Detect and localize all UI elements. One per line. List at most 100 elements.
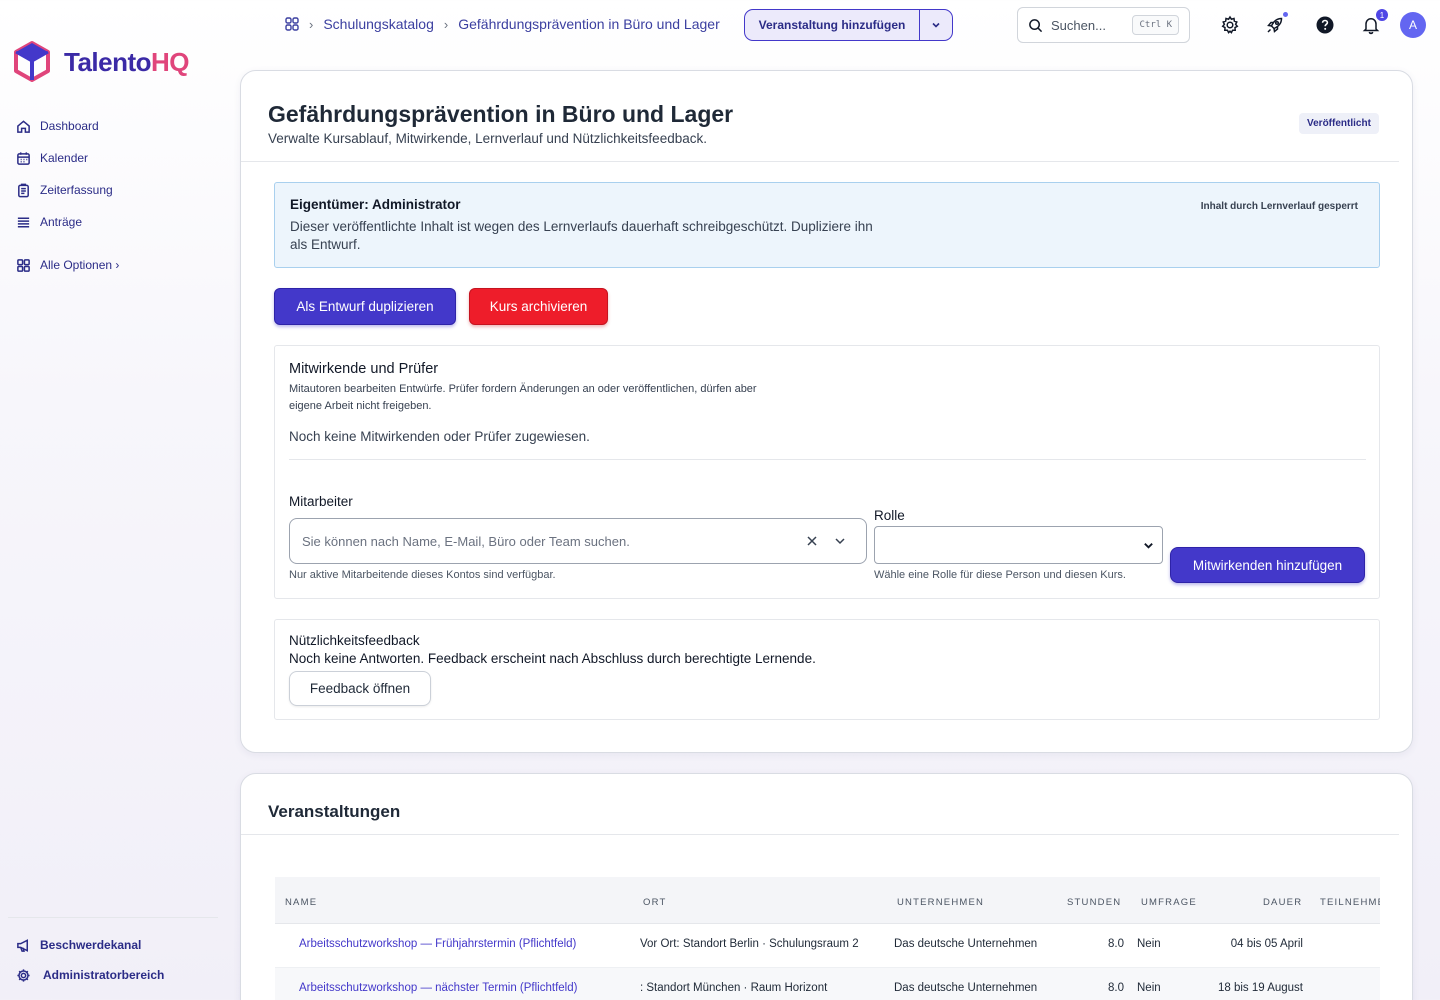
sidebar-item-calendar[interactable]: Kalender <box>16 142 119 174</box>
column-header-hours[interactable]: STUNDEN <box>1067 897 1121 908</box>
chevron-down-icon <box>835 538 845 545</box>
new-indicator <box>1283 12 1288 17</box>
contributors-title: Mitwirkende und Prüfer <box>289 361 439 377</box>
event-duration: 04 bis 05 April <box>1230 938 1303 950</box>
course-card: Gefährdungsprävention in Büro und Lager … <box>240 70 1413 753</box>
contributors-description: Mitautoren bearbeiten Entwürfe. Prüfer f… <box>289 383 757 412</box>
employee-label: Mitarbeiter <box>289 494 353 509</box>
table-row: Arbeitsschutzworkshop — nächster Termin … <box>275 968 1380 1000</box>
clipboard-icon <box>18 183 29 197</box>
event-name-link[interactable]: Arbeitsschutzworkshop — nächster Termin … <box>299 982 577 994</box>
page-title: Gefährdungsprävention in Büro und Lager <box>268 101 734 127</box>
sidebar-item-time-tracking[interactable]: Zeiterfassung <box>16 174 119 206</box>
settings-button[interactable] <box>1219 14 1241 36</box>
sidebar-item-label: Beschwerdekanal <box>40 938 142 952</box>
contributors-divider <box>289 459 1366 460</box>
event-survey: Nein <box>1137 982 1161 994</box>
sidebar: TalentoHQ Dashboard Kalender Zeiterfassu… <box>0 0 225 1000</box>
close-icon <box>807 536 817 546</box>
clear-button[interactable] <box>798 535 826 547</box>
event-hours: 8.0 <box>1108 938 1124 950</box>
sidebar-item-label: Zeiterfassung <box>40 183 113 197</box>
add-contributor-button[interactable]: Mitwirkenden hinzufügen <box>1170 547 1365 583</box>
column-header-duration[interactable]: DAUER <box>1263 897 1302 908</box>
whats-new-button[interactable] <box>1264 12 1288 36</box>
calendar-icon <box>17 151 30 165</box>
event-location: : Standort München · Raum Horizont <box>640 982 828 994</box>
sidebar-item-admin[interactable]: Administratorbereich <box>8 960 218 990</box>
table-header: NAME ORT UNTERNEHMEN STUNDEN UMFRAGE DAU… <box>275 877 1380 924</box>
chevron-down-icon <box>1144 542 1153 549</box>
sidebar-footer: Beschwerdekanal Administratorbereich <box>8 917 218 990</box>
event-company: Das deutsche Unternehmen <box>894 938 1038 950</box>
avatar[interactable]: A <box>1400 12 1426 38</box>
sidebar-item-label: Administratorbereich <box>43 968 165 982</box>
breadcrumb: › Schulungskatalog › Gefährdungspräventi… <box>285 16 720 32</box>
home-icon <box>17 119 30 133</box>
event-name-link[interactable]: Arbeitsschutzworkshop — Frühjahrstermin … <box>299 938 576 950</box>
page-subtitle: Verwalte Kursablauf, Mitwirkende, Lernve… <box>268 131 707 146</box>
event-duration: 18 bis 19 August <box>1217 982 1303 994</box>
column-header-participants[interactable]: TEILNEHME <box>1320 897 1380 908</box>
breadcrumb-current-course[interactable]: Gefährdungsprävention in Büro und Lager <box>458 16 720 32</box>
search-box[interactable]: Suchen... Ctrl K <box>1017 7 1190 43</box>
column-header-location[interactable]: ORT <box>643 897 666 908</box>
sidebar-item-all-options[interactable]: Alle Optionen › <box>16 249 119 281</box>
events-table: NAME ORT UNTERNEHMEN STUNDEN UMFRAGE DAU… <box>275 877 1380 1000</box>
sidebar-item-label: Dashboard <box>40 119 99 133</box>
event-location: Vor Ort: Standort Berlin · Schulungsraum… <box>640 938 859 950</box>
events-divider <box>241 834 1399 835</box>
apps-grid-icon[interactable] <box>285 17 299 31</box>
employee-dropdown-toggle[interactable] <box>826 535 854 547</box>
event-company: Das deutsche Unternehmen <box>894 982 1038 994</box>
grid-icon <box>17 258 30 272</box>
search-shortcut-hint: Ctrl K <box>1132 15 1179 35</box>
employee-search-input[interactable]: Sie können nach Name, E-Mail, Büro oder … <box>289 518 867 564</box>
chevron-down-icon <box>932 22 940 28</box>
chevron-right-icon: › <box>309 16 314 32</box>
open-feedback-button[interactable]: Feedback öffnen <box>289 671 431 706</box>
sidebar-item-label: Alle Optionen › <box>40 258 120 272</box>
sidebar-item-dashboard[interactable]: Dashboard <box>16 110 119 142</box>
column-header-survey[interactable]: UMFRAGE <box>1141 897 1197 908</box>
role-label: Rolle <box>874 508 905 523</box>
megaphone-icon <box>17 938 28 952</box>
table-row: Arbeitsschutzworkshop — Frühjahrstermin … <box>275 924 1380 968</box>
sidebar-item-label: Anträge <box>40 215 83 229</box>
brand-name: TalentoHQ <box>64 46 190 77</box>
feedback-title: Nützlichkeitsfeedback <box>289 633 420 648</box>
notifications-button[interactable]: 1 <box>1360 9 1388 36</box>
add-event-menu-button[interactable] <box>920 10 952 40</box>
search-icon <box>1029 18 1043 32</box>
events-card: Veranstaltungen NAME ORT UNTERNEHMEN STU… <box>240 773 1413 1000</box>
sidebar-item-requests[interactable]: Anträge <box>16 206 119 238</box>
usefulness-feedback-panel: Nützlichkeitsfeedback Noch keine Antwort… <box>274 619 1380 720</box>
rocket-icon <box>1267 17 1283 33</box>
column-header-name[interactable]: NAME <box>285 897 317 908</box>
sidebar-item-label: Kalender <box>40 151 89 165</box>
help-button[interactable] <box>1314 14 1336 36</box>
archive-course-button[interactable]: Kurs archivieren <box>469 288 608 325</box>
breadcrumb-training-catalog[interactable]: Schulungskatalog <box>323 16 434 32</box>
settings-gear-icon <box>1221 15 1239 34</box>
column-header-company[interactable]: UNTERNEHMEN <box>897 897 984 908</box>
lock-note: Inhalt durch Lernverlauf gesperrt <box>1200 201 1358 212</box>
duplicate-as-draft-button[interactable]: Als Entwurf duplizieren <box>274 288 456 325</box>
role-select[interactable] <box>874 526 1163 564</box>
sidebar-item-complaints[interactable]: Beschwerdekanal <box>8 930 218 960</box>
brand-logo[interactable]: TalentoHQ <box>12 40 190 84</box>
employee-search-placeholder: Sie können nach Name, E-Mail, Büro oder … <box>302 533 630 549</box>
search-placeholder: Suchen... <box>1051 17 1106 33</box>
add-event-button[interactable]: Veranstaltung hinzufügen <box>745 10 920 40</box>
event-hours: 8.0 <box>1108 982 1124 994</box>
employee-hint: Nur aktive Mitarbeitende dieses Kontos s… <box>289 569 556 581</box>
event-survey: Nein <box>1137 938 1161 950</box>
feedback-text: Noch keine Antworten. Feedback erscheint… <box>289 651 816 666</box>
gear-icon <box>17 968 30 982</box>
top-bar: › Schulungskatalog › Gefährdungspräventi… <box>240 0 1440 50</box>
list-icon <box>17 217 30 227</box>
help-icon <box>1316 16 1334 34</box>
logo-cube-icon <box>14 41 50 82</box>
chevron-right-icon: › <box>443 16 449 32</box>
sidebar-nav: Dashboard Kalender Zeiterfassung Anträge… <box>16 110 119 281</box>
